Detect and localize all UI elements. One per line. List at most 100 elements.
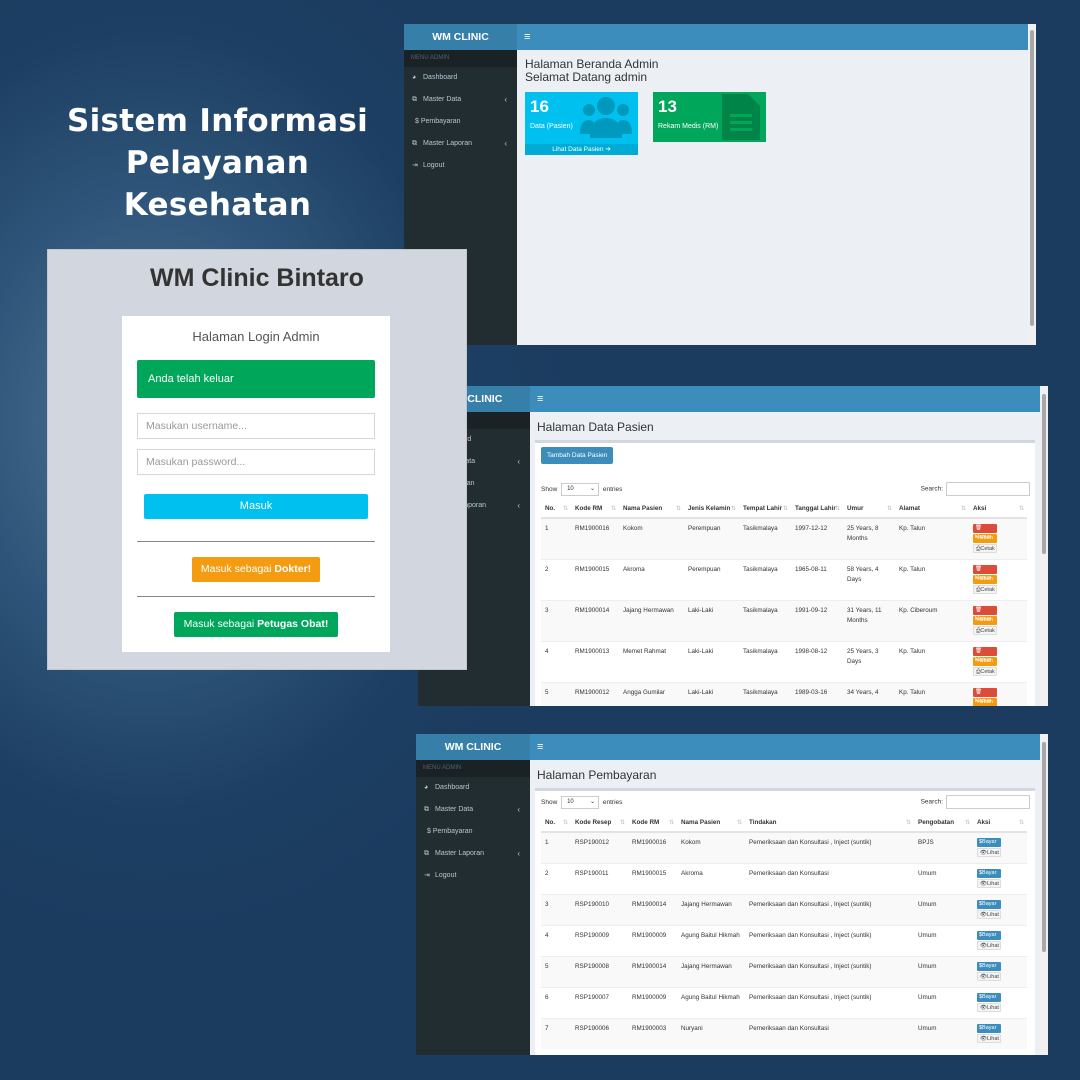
- column-header[interactable]: Jenis Kelamin ⇅: [684, 501, 739, 519]
- login-button[interactable]: Masuk: [144, 494, 368, 519]
- sidebar-item-dashboard[interactable]: ◕ Dashboard: [416, 777, 530, 799]
- scrollbar-thumb[interactable]: [1042, 742, 1046, 952]
- payment-table: No. ⇅ Kode Resep ⇅ Kode RM ⇅ Nama Pasien ⇅ T…: [541, 815, 1027, 1049]
- table-cell-tanggal: 1989-03-16: [791, 682, 843, 706]
- payment-content: Halaman Pembayaran Show 10 ⌄ entries Sear…: [530, 760, 1040, 1055]
- column-header[interactable]: Aksi ⇅: [973, 815, 1027, 833]
- table-cell-resep: RSP190012: [571, 831, 628, 864]
- view-button[interactable]: 👁Lihat: [977, 879, 1001, 888]
- scrollbar-thumb[interactable]: [1030, 30, 1034, 326]
- search-input[interactable]: [946, 795, 1030, 809]
- column-header[interactable]: Alamat ⇅: [895, 501, 969, 519]
- sidebar-toggle-icon[interactable]: ≡: [537, 393, 543, 405]
- delete-button[interactable]: 🗑Hapus: [973, 606, 997, 622]
- pay-button[interactable]: $Bayar: [977, 1024, 1001, 1033]
- delete-button[interactable]: 🗑Hapus: [973, 524, 997, 540]
- view-button[interactable]: 👁Lihat: [977, 1003, 1001, 1012]
- sidebar-item-pembayaran[interactable]: $ Pembayaran: [416, 821, 530, 843]
- sidebar-item-master-laporan[interactable]: ⧉ Master Laporan ‹: [416, 843, 530, 865]
- column-header[interactable]: Kode RM ⇅: [628, 815, 677, 833]
- table-cell-actions: $Bayar 👁Lihat: [973, 894, 1027, 926]
- sort-icon: ⇅: [668, 820, 674, 826]
- entries-select[interactable]: 10 ⌄: [561, 483, 600, 496]
- table-cell-alamat: Kp. Talun: [895, 682, 969, 706]
- patient-content: Halaman Data Pasien Tambah Data Pasien S…: [530, 412, 1040, 706]
- column-header[interactable]: Nama Pasien ⇅: [677, 815, 745, 833]
- add-patient-button[interactable]: Tambah Data Pasien: [541, 447, 614, 464]
- column-header[interactable]: No. ⇅: [541, 815, 571, 833]
- sidebar-item-label: Logout: [423, 162, 445, 169]
- scrollbar[interactable]: [1040, 386, 1048, 706]
- username-input[interactable]: [137, 413, 375, 439]
- column-header[interactable]: Tempat Lahir ⇅: [739, 501, 791, 519]
- search-input[interactable]: [946, 482, 1030, 496]
- sidebar-toggle-icon[interactable]: ≡: [537, 741, 543, 753]
- brand-logo[interactable]: WM CLINIC: [404, 24, 517, 50]
- view-patients-link[interactable]: Lihat Data Pasien ➔: [525, 144, 638, 155]
- brand-logo[interactable]: WM CLINIC: [416, 734, 530, 760]
- sidebar-item-master-laporan[interactable]: ⧉ Master Laporan ‹: [404, 133, 517, 155]
- edit-button[interactable]: ✎Ubah: [973, 616, 997, 625]
- pay-button[interactable]: $Bayar: [977, 931, 1001, 940]
- pay-button[interactable]: $Bayar: [977, 962, 1001, 971]
- pay-button[interactable]: $Bayar: [977, 993, 1001, 1002]
- delete-button[interactable]: 🗑Hapus: [973, 647, 997, 663]
- table-cell-resep: RSP190011: [571, 863, 628, 895]
- sort-icon: ⇅: [905, 820, 911, 826]
- table-cell-rm: RM1900014: [628, 956, 677, 988]
- column-header[interactable]: No. ⇅: [541, 501, 571, 519]
- login-as-doctor-button[interactable]: Masuk sebagai Dokter!: [192, 557, 320, 582]
- edit-button[interactable]: ✎Ubah: [973, 534, 997, 543]
- column-header[interactable]: Tanggal Lahir ⇅: [791, 501, 843, 519]
- pay-button[interactable]: $Bayar: [977, 838, 1001, 847]
- dashboard-icon: ◕: [424, 784, 429, 791]
- table-cell-actions: $Bayar 👁Lihat: [973, 863, 1027, 895]
- table-cell-resep: RSP190010: [571, 894, 628, 926]
- chevron-left-icon: ‹: [504, 139, 507, 148]
- view-button[interactable]: 👁Lihat: [977, 941, 1001, 950]
- scrollbar[interactable]: [1028, 24, 1036, 345]
- chevron-left-icon: ‹: [517, 805, 520, 814]
- sort-icon: ⇅: [834, 506, 840, 512]
- sidebar-item-logout[interactable]: ⇥ Logout: [416, 865, 530, 887]
- column-header[interactable]: Nama Pasien ⇅: [619, 501, 684, 519]
- sidebar-item-master-data[interactable]: ⧉ Master Data ‹: [404, 89, 517, 111]
- column-header[interactable]: Umur ⇅: [843, 501, 895, 519]
- column-header[interactable]: Pengobatan ⇅: [914, 815, 973, 833]
- print-button[interactable]: ⎙Cetak: [973, 626, 997, 635]
- login-as-pharmacist-button[interactable]: Masuk sebagai Petugas Obat!: [174, 612, 338, 637]
- sidebar-toggle-icon[interactable]: ≡: [524, 31, 530, 43]
- column-header[interactable]: Kode RM ⇅: [571, 501, 619, 519]
- edit-button[interactable]: ✎Ubah: [973, 575, 997, 584]
- scrollbar-thumb[interactable]: [1042, 394, 1046, 554]
- pay-button[interactable]: $Bayar: [977, 900, 1001, 909]
- patient-count-box[interactable]: 16 Data (Pasien) Lihat Data Pasien ➔: [525, 92, 638, 155]
- delete-button[interactable]: 🗑Hapus: [973, 565, 997, 581]
- chevron-left-icon: ‹: [504, 95, 507, 104]
- column-header[interactable]: Kode Resep ⇅: [571, 815, 628, 833]
- sidebar-item-logout[interactable]: ⇥ Logout: [404, 155, 517, 177]
- password-input[interactable]: [137, 449, 375, 475]
- edit-button[interactable]: ✎Ubah: [973, 698, 997, 706]
- view-button[interactable]: 👁Lihat: [977, 972, 1001, 981]
- table-cell-alamat: Kp. Talun: [895, 641, 969, 683]
- sidebar-item-dashboard[interactable]: ◕ Dashboard: [404, 67, 517, 89]
- print-button[interactable]: ⎙Cetak: [973, 667, 997, 676]
- column-header[interactable]: Aksi ⇅: [969, 501, 1027, 519]
- print-button[interactable]: ⎙Cetak: [973, 585, 997, 594]
- table-cell-no: 1: [541, 831, 571, 864]
- sidebar-item-pembayaran[interactable]: $ Pembayaran: [404, 111, 517, 133]
- column-header[interactable]: Tindakan ⇅: [745, 815, 914, 833]
- view-button[interactable]: 👁Lihat: [977, 910, 1001, 919]
- medical-record-box[interactable]: 13 Rekam Medis (RM): [653, 92, 766, 142]
- edit-button[interactable]: ✎Ubah: [973, 657, 997, 666]
- delete-button[interactable]: 🗑Hapus: [973, 688, 997, 704]
- table-cell-resep: RSP190008: [571, 956, 628, 988]
- view-button[interactable]: 👁Lihat: [977, 1034, 1001, 1043]
- sidebar-item-master-data[interactable]: ⧉ Master Data ‹: [416, 799, 530, 821]
- entries-select[interactable]: 10 ⌄: [561, 796, 600, 809]
- print-button[interactable]: ⎙Cetak: [973, 544, 997, 553]
- view-button[interactable]: 👁Lihat: [977, 848, 1001, 857]
- pay-button[interactable]: $Bayar: [977, 869, 1001, 878]
- scrollbar[interactable]: [1040, 734, 1048, 1055]
